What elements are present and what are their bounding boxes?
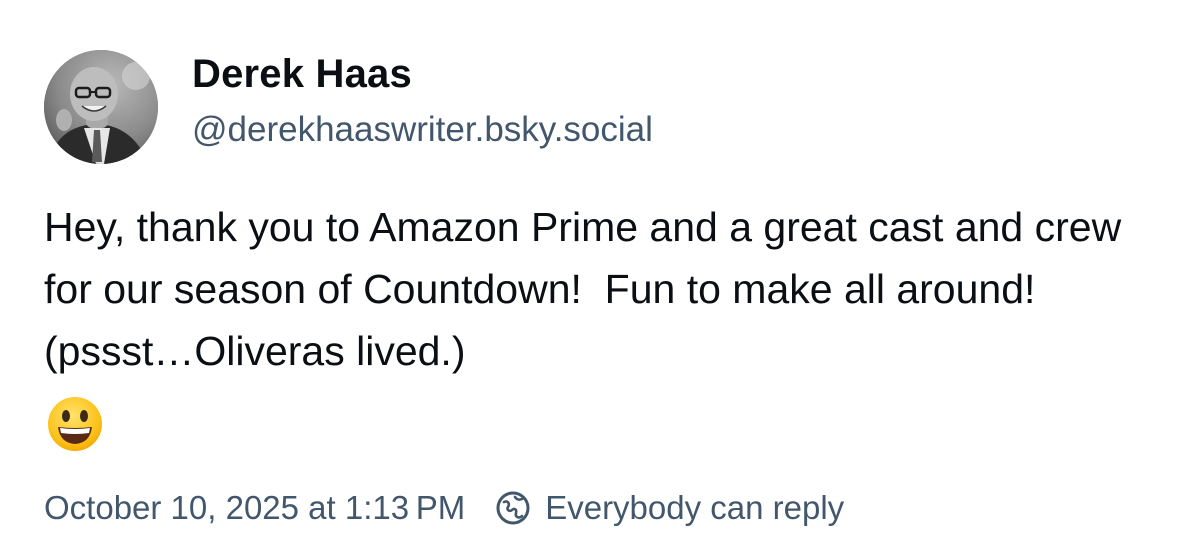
post-card: Derek Haas @derekhaaswriter.bsky.social … — [0, 0, 1200, 550]
reply-setting-label: Everybody can reply — [545, 489, 845, 526]
author-handle[interactable]: @derekhaaswriter.bsky.social — [192, 110, 653, 150]
reply-setting[interactable]: Everybody can reply — [495, 489, 844, 527]
author-display-name[interactable]: Derek Haas — [192, 52, 412, 97]
post-timestamp[interactable]: October 10, 2025 at 1:13 PM — [44, 489, 465, 527]
post-text: Hey, thank you to Amazon Prime and a gre… — [44, 204, 1133, 374]
post-meta: October 10, 2025 at 1:13 PM Everybody ca… — [44, 486, 844, 530]
author-avatar[interactable] — [44, 50, 158, 164]
grinning-face-emoji-icon — [46, 395, 104, 453]
earth-globe-icon — [495, 490, 531, 526]
avatar-photo-icon — [44, 50, 158, 164]
